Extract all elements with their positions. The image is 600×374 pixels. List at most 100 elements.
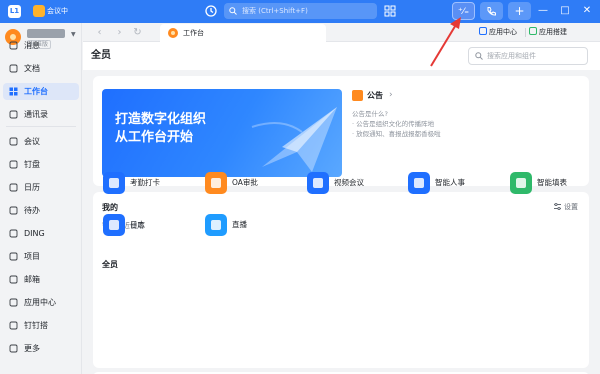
minimize-button[interactable]: — bbox=[536, 4, 550, 18]
sidebar-item[interactable]: 日历 bbox=[3, 179, 79, 196]
hr-icon bbox=[408, 172, 430, 194]
app-tile-label: 直播 bbox=[232, 220, 247, 229]
cloud-disk-icon bbox=[9, 160, 18, 169]
sidebar-item[interactable]: DING bbox=[3, 225, 79, 242]
history-icon[interactable] bbox=[204, 4, 218, 18]
app-tile-label: 考勤打卡 bbox=[130, 178, 160, 187]
mail-icon bbox=[9, 275, 18, 284]
app-builder-link[interactable]: 应用搭建 bbox=[529, 26, 567, 39]
sidebar-item[interactable]: 消息 bbox=[3, 37, 79, 54]
user-badge-icon[interactable]: L1 bbox=[8, 5, 21, 18]
app-tile[interactable]: 直播 bbox=[205, 214, 295, 238]
sidebar-item[interactable]: 会议 bbox=[3, 133, 79, 150]
app-center-label: 应用中心 bbox=[489, 28, 517, 36]
global-search-input[interactable]: 搜索 (Ctrl+Shift+F) bbox=[224, 3, 377, 19]
app-tile[interactable]: 考勤打卡 bbox=[103, 172, 193, 196]
sidebar-item-label: 更多 bbox=[24, 344, 40, 353]
announcement-line: · 公告是组织文化的传播阵地 bbox=[352, 120, 435, 128]
promo-banner[interactable]: 打造数字化组织 从工作台开始 bbox=[102, 89, 342, 177]
app-tile[interactable]: 日志 bbox=[103, 214, 193, 238]
tab-strip: ‹ › ↻ 工作台 应用中心 应用搭建 bbox=[83, 23, 600, 42]
search-icon bbox=[475, 52, 483, 60]
sidebar-item-label: 待办 bbox=[24, 206, 40, 215]
sidebar-item[interactable]: 通讯录 bbox=[3, 106, 79, 123]
sidebar-item-label: 通讯录 bbox=[24, 110, 48, 119]
mine-section-title: 我的 bbox=[102, 203, 118, 212]
apps-grid-icon[interactable] bbox=[384, 5, 396, 17]
settings-label: 设置 bbox=[564, 203, 578, 211]
sidebar-item-label: 会议 bbox=[24, 137, 40, 146]
ding-icon bbox=[9, 229, 18, 238]
contacts-icon bbox=[9, 110, 18, 119]
chevron-right-icon[interactable]: › bbox=[389, 88, 393, 103]
app-builder-label: 应用搭建 bbox=[539, 28, 567, 36]
sidebar-item[interactable]: 工作台 bbox=[3, 83, 79, 100]
meeting-status-label[interactable]: 会议中 bbox=[47, 5, 68, 17]
sidebar-item-label: 钉钉搭 bbox=[24, 321, 48, 330]
app-tile-label: 智能填表 bbox=[537, 178, 567, 187]
refresh-button[interactable]: ↻ bbox=[131, 26, 144, 39]
sidebar-item[interactable]: 钉盘 bbox=[3, 156, 79, 173]
sidebar: 标准版 ▼ 消息 文档 工作台 通讯录 会议 钉盘 日历 待办 DING 项目 邮箱 应用中心 钉钉搭更… bbox=[0, 23, 82, 374]
banner-line2: 从工作台开始 bbox=[115, 130, 194, 145]
sidebar-item-label: 文档 bbox=[24, 64, 40, 73]
builder-icon bbox=[9, 321, 18, 330]
approval-icon bbox=[205, 172, 227, 194]
workbench-main: 全员 搜索应用和组件 打造数字化组织 从工作台开始 公告 › 公告是什么? · … bbox=[83, 42, 600, 374]
phone-button[interactable] bbox=[480, 2, 503, 20]
app-search-placeholder: 搜索应用和组件 bbox=[487, 52, 536, 60]
title-bar: L1 会议中 搜索 (Ctrl+Shift+F) ⁺⁄₌ + — □ ✕ bbox=[0, 0, 600, 23]
workbench-tab-icon bbox=[168, 28, 178, 38]
meeting-icon bbox=[9, 137, 18, 146]
app-search-input[interactable]: 搜索应用和组件 bbox=[468, 47, 588, 65]
app-center-icon bbox=[9, 298, 18, 307]
back-button[interactable]: ‹ bbox=[93, 26, 106, 39]
sidebar-item-label: 工作台 bbox=[24, 87, 48, 96]
app-tile-label: 智能人事 bbox=[435, 178, 465, 187]
search-icon bbox=[229, 7, 237, 15]
workbench-icon bbox=[9, 87, 18, 96]
announcement-line: 公告是什么? bbox=[352, 110, 388, 118]
tab-workbench-label: 工作台 bbox=[183, 29, 204, 37]
project-icon bbox=[9, 252, 18, 261]
app-tile[interactable]: 智能填表 bbox=[510, 172, 600, 196]
divider bbox=[525, 28, 526, 37]
sidebar-item[interactable]: 文档 bbox=[3, 60, 79, 77]
app-center-link[interactable]: 应用中心 bbox=[479, 26, 517, 39]
page-title: 全员 bbox=[91, 50, 111, 61]
settings-button[interactable]: 设置 bbox=[553, 201, 578, 213]
app-tile[interactable]: OA审批 bbox=[205, 172, 295, 196]
all-section-title: 全员 bbox=[102, 260, 118, 269]
document-icon bbox=[9, 64, 18, 73]
announcement-title[interactable]: 公告 bbox=[367, 88, 383, 103]
tab-workbench[interactable]: 工作台 bbox=[160, 24, 326, 42]
phone-icon bbox=[487, 7, 496, 16]
forward-button[interactable]: › bbox=[113, 26, 126, 39]
sidebar-item-label: 应用中心 bbox=[24, 298, 56, 307]
sidebar-item[interactable]: 项目 bbox=[3, 248, 79, 265]
annotation-arrow bbox=[430, 17, 461, 67]
add-button[interactable]: + bbox=[508, 2, 531, 20]
app-builder-icon bbox=[529, 27, 537, 35]
sidebar-item[interactable]: 更多 bbox=[3, 340, 79, 357]
sidebar-item[interactable]: 钉钉搭 bbox=[3, 317, 79, 334]
close-button[interactable]: ✕ bbox=[580, 4, 594, 18]
sidebar-item[interactable]: 邮箱 bbox=[3, 271, 79, 288]
sidebar-item-label: 消息 bbox=[24, 41, 40, 50]
main-header: 全员 搜索应用和组件 bbox=[83, 42, 600, 70]
divider bbox=[6, 126, 76, 127]
announcement-icon bbox=[352, 90, 363, 101]
app-center-icon bbox=[479, 27, 487, 35]
attendance-icon bbox=[103, 172, 125, 194]
log-icon bbox=[103, 214, 125, 236]
maximize-button[interactable]: □ bbox=[558, 4, 572, 18]
app-tile[interactable]: 视频会议 bbox=[307, 172, 397, 196]
app-tile[interactable]: 智能人事 bbox=[408, 172, 498, 196]
app-tile-label: 日志 bbox=[130, 220, 145, 229]
sidebar-item[interactable]: 待办 bbox=[3, 202, 79, 219]
banner-line1: 打造数字化组织 bbox=[115, 112, 207, 127]
sidebar-item[interactable]: 应用中心 bbox=[3, 294, 79, 311]
app-tile-label: OA审批 bbox=[232, 178, 258, 187]
meeting-status-icon bbox=[33, 5, 45, 17]
form-icon bbox=[510, 172, 532, 194]
